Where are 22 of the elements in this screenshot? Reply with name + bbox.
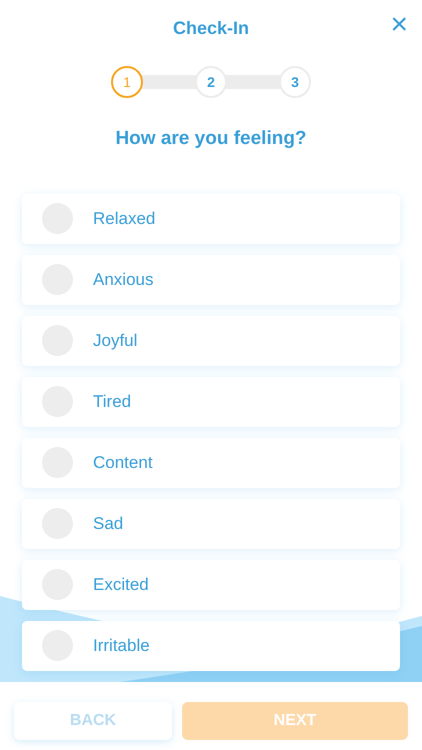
step-indicator: 3	[279, 66, 311, 98]
feeling-option[interactable]: Relaxed	[22, 194, 400, 244]
feeling-option[interactable]: Anxious	[22, 254, 400, 304]
feeling-option[interactable]: Irritable	[22, 620, 400, 670]
question-text: How are you feeling?	[115, 127, 307, 151]
feeling-option[interactable]: Joyful	[22, 316, 400, 366]
feeling-option[interactable]: Tired	[22, 376, 400, 426]
option-label: Irritable	[93, 634, 150, 657]
option-label: Tired	[93, 390, 132, 413]
close-button[interactable]: ×	[390, 10, 408, 40]
option-label: Sad	[93, 512, 124, 535]
option-label: Relaxed	[93, 208, 156, 230]
option-label: Excited	[93, 574, 149, 596]
option-label: Anxious	[93, 268, 154, 291]
step-indicator: 1	[111, 66, 143, 98]
feeling-option[interactable]: Excited	[22, 560, 400, 610]
step-indicator: 2	[195, 66, 227, 98]
feeling-option[interactable]: Content	[22, 438, 400, 488]
option-label: Content	[93, 452, 153, 474]
option-label: Joyful	[93, 330, 138, 352]
feeling-option[interactable]: Sad	[22, 498, 400, 548]
screen-title: Check-In	[172, 16, 250, 40]
